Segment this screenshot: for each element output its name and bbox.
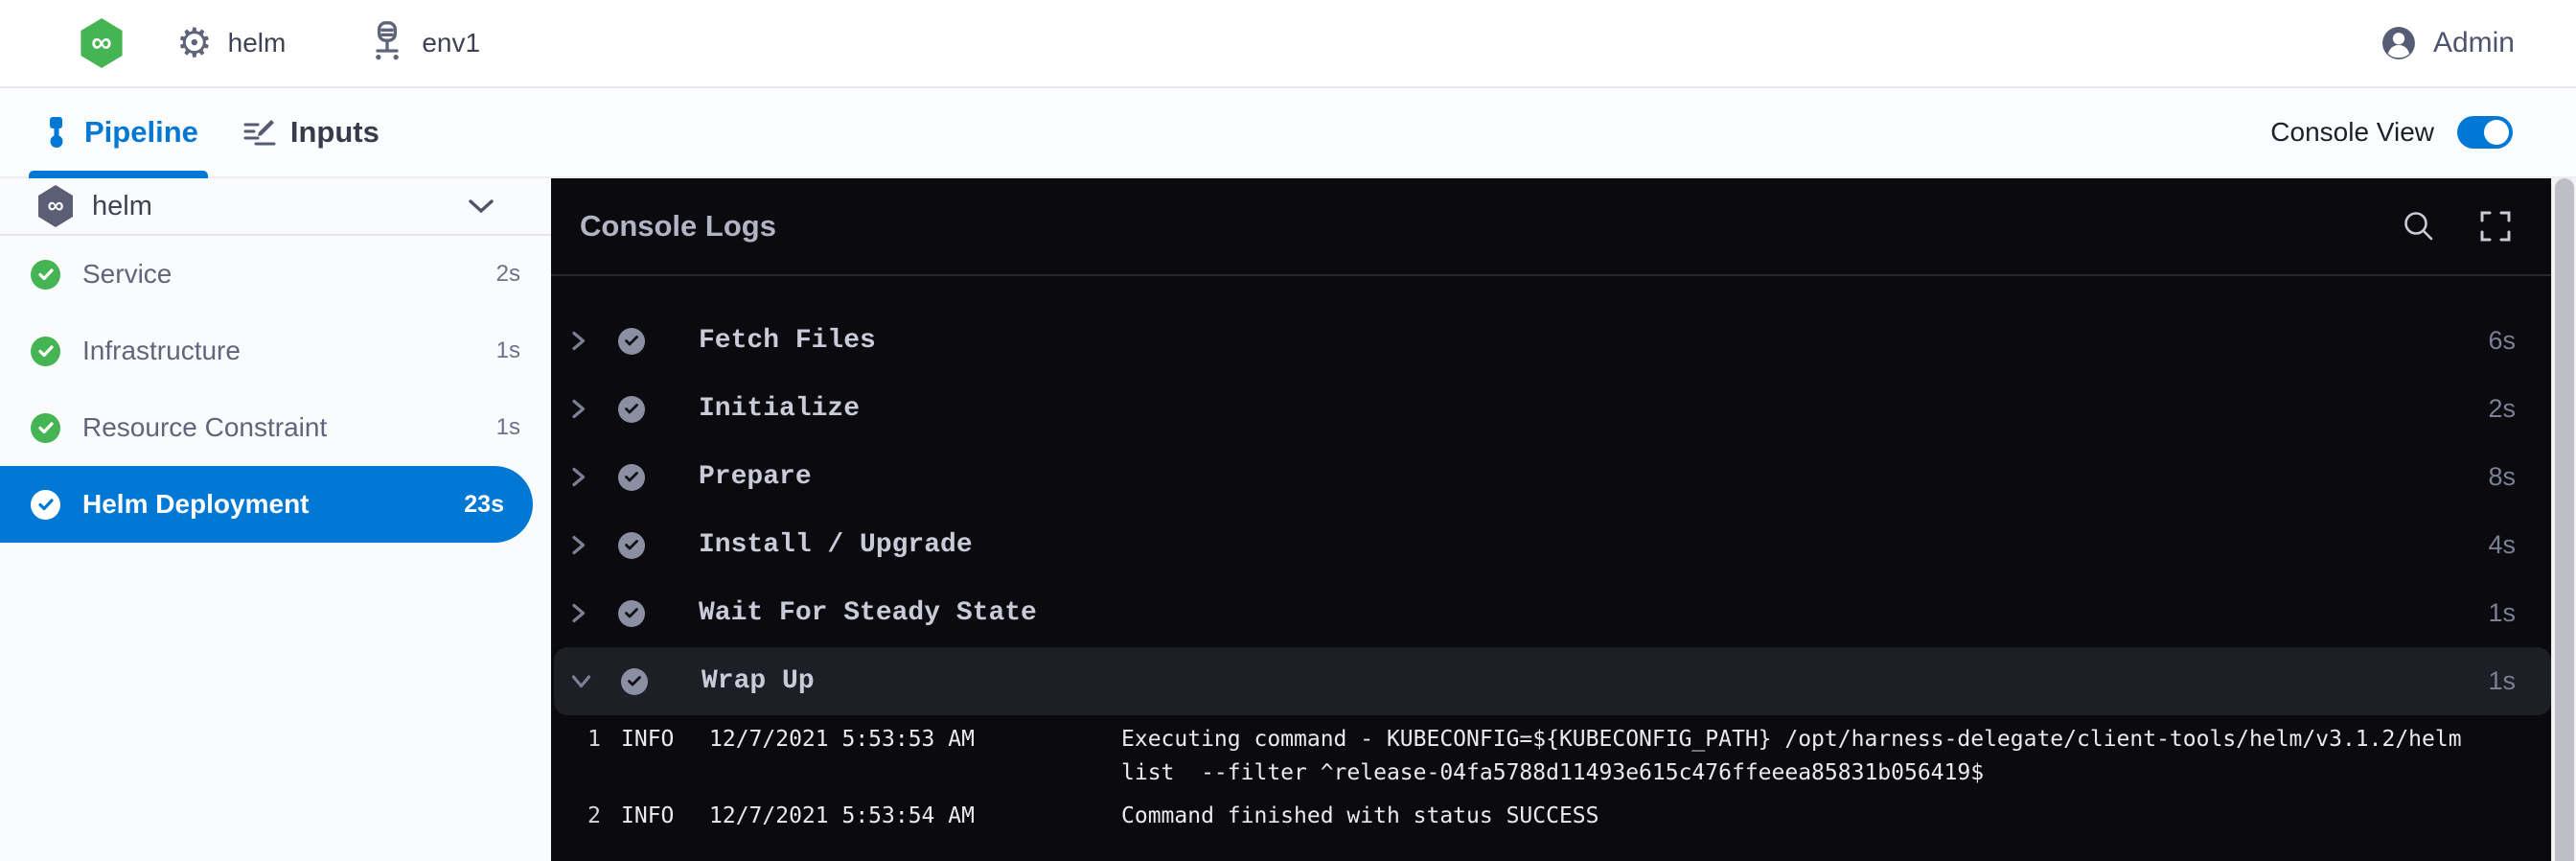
sidebar-step-duration: 23s [464, 491, 504, 519]
log-entry: 2 INFO 12/7/2021 5:53:54 AM Command fini… [551, 800, 2551, 833]
console-step-row[interactable]: Install / Upgrade 4s [551, 511, 2551, 579]
success-check-icon [621, 668, 648, 695]
delegate-icon [368, 20, 406, 67]
log-lines: 1 INFO 12/7/2021 5:53:53 AM Executing co… [551, 723, 2551, 843]
page-scrollbar[interactable] [2551, 178, 2576, 861]
fullscreen-icon [2478, 209, 2513, 244]
console-step-label: Fetch Files [699, 326, 876, 356]
chevron-right-icon [570, 534, 586, 556]
scrollbar-thumb[interactable] [2555, 178, 2574, 861]
harness-logo-icon: ∞ [79, 18, 125, 68]
console-step-duration: 1s [2488, 598, 2516, 628]
console-step-row[interactable]: Wrap Up 1s [554, 647, 2551, 715]
sidebar-step-row[interactable]: Infrastructure 1s [0, 313, 551, 389]
main-area: ∞ helm Service 2s [0, 178, 2576, 861]
success-check-icon [31, 337, 60, 366]
environment-label[interactable]: env1 [422, 28, 480, 58]
success-check-icon [31, 490, 60, 520]
console-step-duration: 4s [2488, 530, 2516, 560]
stage-icon: ∞ [36, 185, 75, 227]
sidebar-step-row[interactable]: Resource Constraint 1s [0, 389, 551, 466]
sidebar-step-list: Service 2s Infrastructure 1s Resource Co… [0, 236, 551, 543]
sidebar-step-duration: 1s [496, 337, 520, 364]
success-check-icon [618, 464, 645, 491]
console-step-duration: 6s [2488, 326, 2516, 356]
console-actions [2402, 209, 2513, 244]
console-step-row[interactable]: Initialize 2s [551, 375, 2551, 443]
console-step-label: Wrap Up [702, 666, 815, 696]
console-step-duration: 2s [2488, 394, 2516, 424]
console-step-row[interactable]: Prepare 8s [551, 443, 2551, 511]
stage-header[interactable]: ∞ helm [0, 178, 551, 236]
tab-inputs-label: Inputs [290, 115, 380, 150]
console-step-duration: 1s [2488, 666, 2516, 696]
console-step-duration: 8s [2488, 462, 2516, 492]
sidebar-step-row[interactable]: Helm Deployment 23s [0, 466, 533, 543]
tabs-bar: Pipeline Inputs Console View [0, 88, 2576, 178]
fullscreen-button[interactable] [2478, 209, 2513, 244]
log-message: Executing command - KUBECONFIG=${KUBECON… [1121, 723, 2462, 790]
console-step-label: Initialize [699, 394, 860, 424]
log-level: INFO [621, 723, 688, 756]
console-step-row[interactable]: Fetch Files 6s [551, 307, 2551, 375]
chevron-right-icon [570, 602, 586, 624]
success-check-icon [618, 328, 645, 355]
success-check-icon [618, 532, 645, 559]
log-timestamp: 12/7/2021 5:53:54 AM [709, 800, 1008, 833]
console-step-label: Prepare [699, 462, 812, 492]
tab-pipeline-label: Pipeline [84, 115, 198, 150]
chevron-right-icon [570, 466, 586, 488]
success-check-icon [618, 396, 645, 423]
console-step-list: Fetch Files 6s Initialize 2s [551, 276, 2551, 715]
avatar-icon [2381, 26, 2416, 60]
execution-sidebar: ∞ helm Service 2s [0, 178, 551, 861]
success-check-icon [31, 413, 60, 443]
log-line-number: 1 [580, 723, 601, 756]
chevron-down-icon [469, 199, 494, 214]
search-button[interactable] [2402, 209, 2436, 244]
user-name-label: Admin [2433, 27, 2515, 59]
log-line-number: 2 [580, 800, 601, 833]
user-menu[interactable]: Admin [2381, 26, 2515, 60]
console-view-toggle[interactable] [2457, 116, 2513, 149]
sidebar-step-row[interactable]: Service 2s [0, 236, 551, 313]
sidebar-step-duration: 1s [496, 414, 520, 441]
tab-pipeline[interactable]: Pipeline [42, 88, 198, 176]
console-logs-panel: Console Logs [551, 178, 2551, 861]
success-check-icon [618, 600, 645, 627]
sidebar-step-duration: 2s [496, 261, 520, 288]
console-step-label: Wait For Steady State [699, 598, 1037, 628]
console-title: Console Logs [580, 209, 776, 244]
project-label[interactable]: helm [228, 28, 287, 58]
breadcrumb: ∞ ⚙ helm env1 [79, 18, 480, 68]
pipeline-icon [42, 116, 71, 149]
gear-icon: ⚙ [176, 23, 213, 63]
console-view-control: Console View [2270, 116, 2513, 149]
chevron-right-icon [570, 330, 586, 352]
chevron-right-icon [570, 673, 592, 689]
log-entry: 1 INFO 12/7/2021 5:53:53 AM Executing co… [551, 723, 2551, 790]
success-check-icon [31, 260, 60, 290]
top-bar: ∞ ⚙ helm env1 Admin [0, 0, 2576, 88]
console-step-label: Install / Upgrade [699, 530, 973, 560]
search-icon [2402, 209, 2436, 244]
stage-name-label: helm [92, 191, 152, 222]
sidebar-step-label: Resource Constraint [82, 412, 327, 443]
tab-inputs[interactable]: Inputs [242, 88, 380, 176]
chevron-right-icon [570, 398, 586, 420]
app-window: ∞ ⚙ helm env1 Admin [0, 0, 2576, 861]
sidebar-step-label: Service [82, 259, 172, 290]
console-step-row[interactable]: Wait For Steady State 1s [551, 579, 2551, 647]
toggle-knob [2484, 120, 2509, 145]
console-view-label: Console View [2270, 117, 2434, 148]
log-message: Command finished with status SUCCESS [1121, 800, 1599, 833]
console-header: Console Logs [551, 178, 2551, 276]
sidebar-step-label: Infrastructure [82, 336, 241, 366]
log-level: INFO [621, 800, 688, 833]
log-timestamp: 12/7/2021 5:53:53 AM [709, 723, 1008, 756]
sidebar-step-label: Helm Deployment [82, 489, 310, 520]
inputs-icon [242, 117, 277, 148]
